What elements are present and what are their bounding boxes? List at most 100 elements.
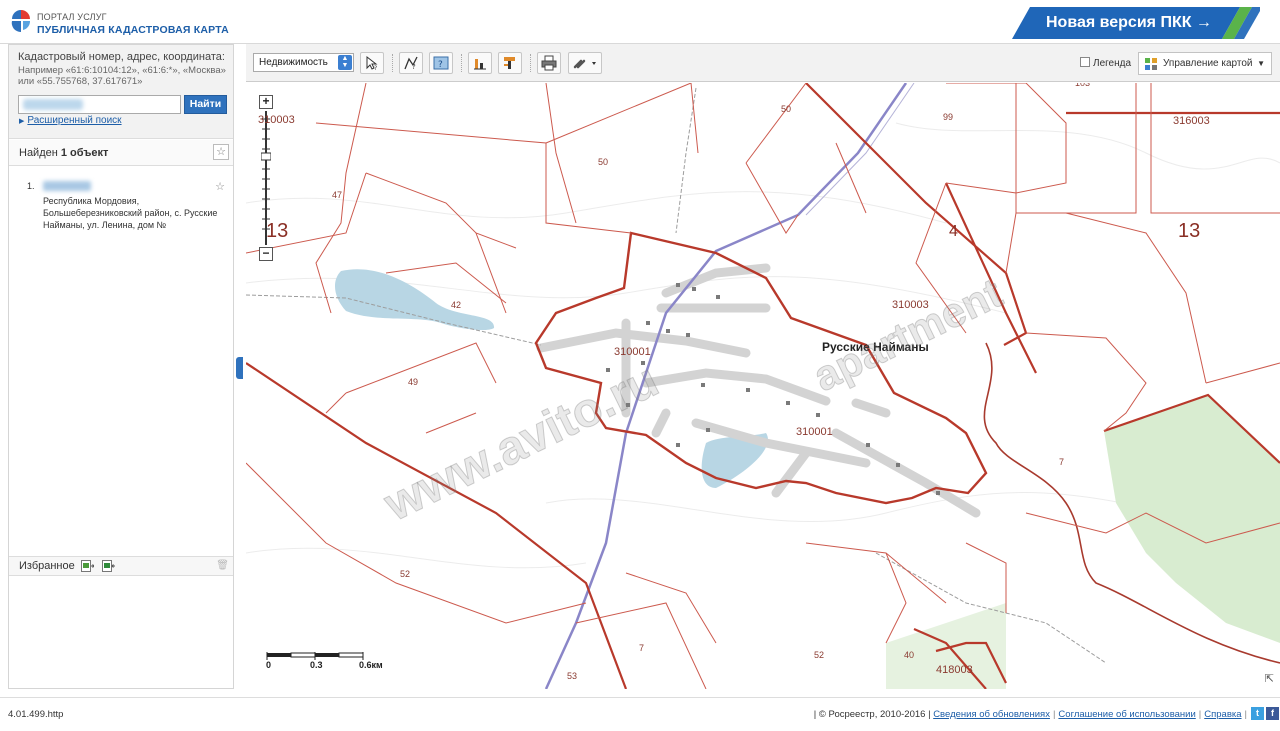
svg-text:?: ?: [438, 60, 443, 70]
map-label[interactable]: 42: [451, 300, 461, 310]
header: ПОРТАЛ УСЛУГ ПУБЛИЧНАЯ КАДАСТРОВАЯ КАРТА…: [0, 0, 1280, 44]
app-version: 4.01.499.http: [8, 709, 64, 720]
portal-logo-icon[interactable]: [10, 8, 32, 34]
new-version-banner[interactable]: Новая версия ПКК →: [1012, 7, 1260, 39]
result-star-icon[interactable]: ☆: [215, 180, 225, 193]
map-label[interactable]: 52: [400, 569, 410, 579]
map-manage-label: Управление картой: [1163, 58, 1253, 69]
search-title: Кадастровый номер, адрес, координата:: [18, 51, 225, 63]
map-toolbar: Недвижимость ▲ ▼ ? ? ? Легенда Управлени…: [246, 44, 1280, 82]
map-label[interactable]: 316003: [1173, 115, 1210, 127]
map-label[interactable]: 7: [1059, 457, 1064, 467]
result-number: 1.: [27, 181, 35, 191]
map-label[interactable]: 40: [904, 650, 914, 660]
import-favorites-icon[interactable]: [81, 560, 94, 572]
map-label[interactable]: 13: [1178, 220, 1200, 243]
scale-label: 0: [266, 660, 272, 670]
pointer-icon: ?: [366, 55, 378, 71]
result-cadastral-number-blurred[interactable]: [43, 181, 91, 191]
map-label[interactable]: 310001: [614, 346, 651, 358]
help-link[interactable]: Справка: [1204, 709, 1241, 720]
svg-text:?: ?: [374, 65, 377, 71]
map-label[interactable]: 4: [949, 223, 958, 241]
result-item[interactable]: 1. Республика Мордовия, Большеберезников…: [9, 175, 233, 245]
map-label[interactable]: 418003: [936, 664, 973, 676]
export-favorites-icon[interactable]: [102, 560, 115, 572]
legend-label: Легенда: [1093, 58, 1132, 69]
toolbar-separator: [461, 54, 462, 72]
map-grid-icon: [1145, 58, 1157, 70]
map-label[interactable]: 310003: [258, 114, 295, 126]
favorites-header: Избранное 🗑: [9, 556, 233, 576]
map-label[interactable]: 310001: [796, 426, 833, 438]
map-manage-dropdown[interactable]: Управление картой ▼: [1138, 52, 1272, 75]
zoom-in-button[interactable]: +: [259, 95, 273, 109]
area-info-button[interactable]: ?: [429, 52, 453, 74]
facebook-icon[interactable]: f: [1266, 707, 1279, 720]
resize-corner-icon[interactable]: ⇱: [1265, 672, 1274, 685]
collapse-panel-handle[interactable]: [236, 357, 243, 379]
map-label[interactable]: 47: [332, 190, 342, 200]
map-label[interactable]: 103: [1075, 83, 1090, 88]
layers-icon: [504, 57, 515, 69]
measure-icon: ?: [404, 56, 418, 71]
svg-text:?: ?: [412, 63, 416, 71]
footer-separator: |: [1244, 709, 1247, 720]
layers-button[interactable]: [498, 52, 522, 74]
map-label[interactable]: 50: [781, 104, 791, 114]
info-icon: ?: [433, 56, 449, 70]
chart-button[interactable]: [468, 52, 492, 74]
link-icon: [573, 59, 596, 69]
map-label[interactable]: 50: [598, 157, 608, 167]
map-label[interactable]: 7: [639, 643, 644, 653]
map-canvas[interactable]: + − 310003 50 99 103 316003 47 50 13 4 1…: [246, 83, 1280, 689]
scale-label: 0.3: [310, 660, 323, 670]
select-arrows-icon: ▲ ▼: [338, 55, 352, 70]
results-count-prefix: Найден: [19, 147, 61, 159]
map-label[interactable]: 53: [567, 671, 577, 681]
results-count-value: 1 объект: [60, 147, 109, 159]
layer-select-value: Недвижимость: [259, 57, 328, 68]
advanced-search-label: Расширенный поиск: [27, 115, 122, 126]
map-label[interactable]: 99: [943, 112, 953, 122]
footer-links: | © Росреестр, 2010-2016 | Сведения об о…: [814, 709, 1250, 720]
results-header: Найден 1 объект ☆: [9, 140, 233, 166]
left-panel: Кадастровый номер, адрес, координата: На…: [8, 44, 234, 689]
footer-separator: |: [1198, 709, 1202, 720]
footer: 4.01.499.http | © Росреестр, 2010-2016 |…: [0, 697, 1280, 731]
search-block: Кадастровый номер, адрес, координата: На…: [9, 45, 233, 139]
zoom-out-button[interactable]: −: [259, 247, 273, 261]
results-count: Найден 1 объект: [19, 147, 108, 159]
updates-link[interactable]: Сведения об обновлениях: [933, 709, 1050, 720]
chart-icon: [474, 59, 486, 70]
dropdown-arrow-icon: ▼: [1257, 59, 1265, 68]
toolbar-separator: [392, 54, 393, 72]
trash-icon[interactable]: 🗑: [216, 560, 229, 571]
footer-separator: |: [1052, 709, 1056, 720]
find-button[interactable]: Найти: [184, 95, 227, 114]
app-window: ПОРТАЛ УСЛУГ ПУБЛИЧНАЯ КАДАСТРОВАЯ КАРТА…: [0, 0, 1280, 731]
print-button[interactable]: [537, 52, 561, 74]
layer-select[interactable]: Недвижимость ▲ ▼: [253, 53, 354, 72]
favorite-all-star-icon[interactable]: ☆: [213, 144, 229, 160]
map-label[interactable]: 13: [266, 220, 288, 243]
measure-button[interactable]: ?: [399, 52, 423, 74]
twitter-icon[interactable]: t: [1251, 707, 1264, 720]
scale-bar: 0 0.3 0.6км: [266, 649, 396, 679]
toolbar-separator: [530, 54, 531, 72]
terms-link[interactable]: Соглашение об использовании: [1058, 709, 1195, 720]
search-input-value-blurred: [23, 99, 83, 110]
pointer-info-button[interactable]: ?: [360, 52, 384, 74]
legend-checkbox[interactable]: [1080, 57, 1090, 67]
search-input[interactable]: [18, 95, 181, 114]
portal-label[interactable]: ПОРТАЛ УСЛУГ: [37, 12, 107, 22]
site-title[interactable]: ПУБЛИЧНАЯ КАДАСТРОВАЯ КАРТА: [37, 24, 229, 36]
map-base-layer: [246, 83, 1280, 689]
legend-toggle[interactable]: Легенда: [1080, 57, 1131, 69]
map-label[interactable]: 52: [814, 650, 824, 660]
link-button[interactable]: [568, 52, 602, 74]
map-label[interactable]: 49: [408, 377, 418, 387]
result-address: Республика Мордовия, Большеберезниковски…: [43, 196, 218, 230]
advanced-search-link[interactable]: ▶ Расширенный поиск: [19, 115, 122, 126]
search-hint: Например «61:6:10104:12», «61:6:*», «Мос…: [18, 65, 226, 87]
